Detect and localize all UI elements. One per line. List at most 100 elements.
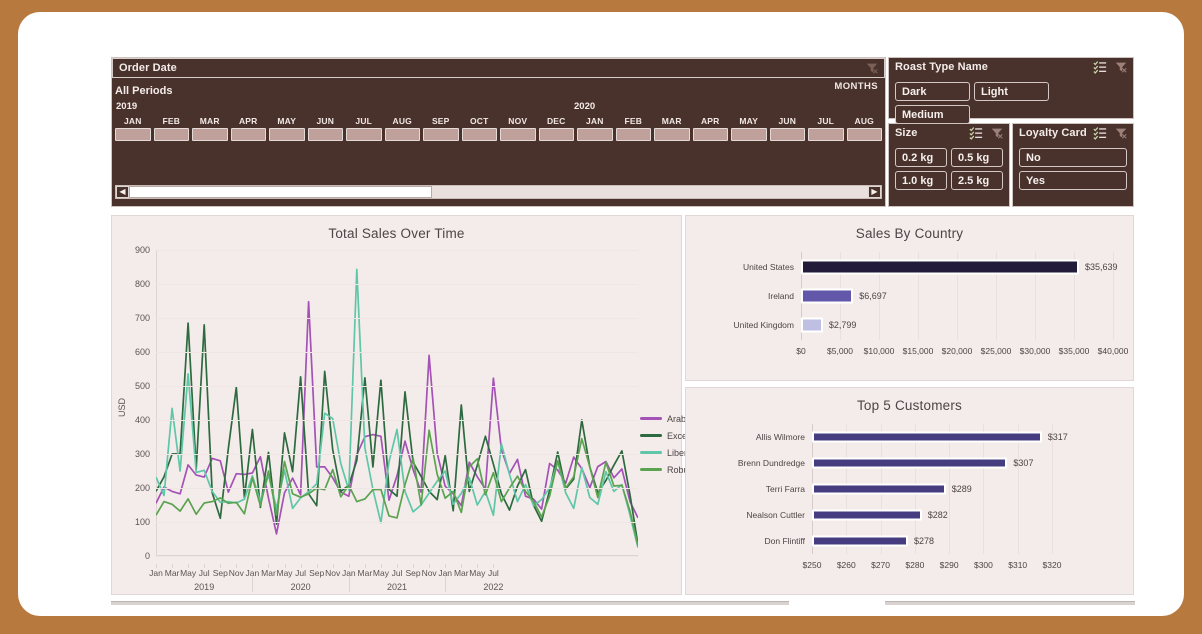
timeline-month-block[interactable] [847,128,883,141]
size-item-1[interactable]: 0.5 kg [951,148,1003,167]
roast-slicer-items[interactable]: DarkLightMedium [889,77,1133,129]
line-chart-tick-mark [236,564,237,568]
line-chart-y-tick: 900 [135,245,150,255]
timeline-month-block[interactable] [731,128,767,141]
timeline-month-block[interactable] [231,128,267,141]
bar-chart-x-tick: $20,000 [942,346,973,356]
roast-item-2[interactable]: Medium [895,105,970,124]
order-date-timeline-slicer[interactable]: Order Date All Periods MONTHS 2019 2020 … [111,57,886,207]
timeline-month-8[interactable]: SEP [423,116,459,141]
timeline-month-12[interactable]: JAN [577,116,613,141]
timeline-month-block[interactable] [192,128,228,141]
timeline-scrollbar[interactable]: ◀ ▶ [115,185,882,199]
timeline-scroll-thumb[interactable] [129,186,432,198]
timeline-month-17[interactable]: JUN [770,116,806,141]
line-chart-y-tick: 500 [135,381,150,391]
line-chart-tick-mark [285,564,286,568]
bar-united-kingdom [801,318,823,333]
bar-chart-row: Allis Wilmore$317 [812,424,1052,450]
multi-select-icon[interactable] [969,126,983,140]
line-chart-tick-mark [349,564,350,568]
timeline-month-2[interactable]: MAR [192,116,228,141]
line-panel-scrollbar[interactable] [111,601,789,605]
timeline-month-13[interactable]: FEB [616,116,652,141]
timeline-month-block[interactable] [808,128,844,141]
loyalty-item-0[interactable]: No [1019,148,1127,167]
size-item-3[interactable]: 2.5 kg [951,171,1003,190]
line-chart-year-label: 2020 [291,582,311,592]
timeline-month-block[interactable] [539,128,575,141]
timeline-month-block[interactable] [154,128,190,141]
line-chart-tick-mark [477,564,478,568]
timeline-month-3[interactable]: APR [231,116,267,141]
size-slicer[interactable]: Size 0.2 kg0.5 kg1.0 kg2.5 kg [888,123,1010,207]
timeline-month-18[interactable]: JUL [808,116,844,141]
scroll-right-icon[interactable]: ▶ [868,186,881,198]
bar-value-label: $282 [928,510,948,520]
bar-category-label: United States [743,262,794,272]
timeline-month-block[interactable] [770,128,806,141]
size-item-0[interactable]: 0.2 kg [895,148,947,167]
timeline-month-grid[interactable]: JANFEBMARAPRMAYJUNJULAUGSEPOCTNOVDECJANF… [115,116,882,141]
timeline-level-selector[interactable]: MONTHS [834,81,878,92]
loyalty-card-slicer[interactable]: Loyalty Card NoYes [1012,123,1134,207]
timeline-month-5[interactable]: JUN [308,116,344,141]
bar-chart-x-tick: $260 [837,560,856,570]
clear-filter-icon[interactable] [1114,60,1128,74]
timeline-year-2019: 2019 [116,101,137,112]
timeline-month-10[interactable]: NOV [500,116,536,141]
bar-chart-x-tick: $25,000 [981,346,1012,356]
right-panel-scrollbar[interactable] [885,601,1135,605]
roast-slicer-title: Roast Type Name [895,61,988,73]
clear-filter-icon[interactable] [865,61,879,75]
line-chart-tick-mark [220,564,221,568]
timeline-scroll-track[interactable] [129,186,868,198]
bar-chart-x-tick: $320 [1043,560,1062,570]
timeline-month-label: JAN [115,116,151,126]
clear-filter-icon[interactable] [1114,126,1128,140]
timeline-month-19[interactable]: AUG [847,116,883,141]
timeline-month-block[interactable] [346,128,382,141]
line-chart-gridline [156,352,638,353]
roast-type-slicer[interactable]: Roast Type Name DarkLightMedium [888,57,1134,119]
timeline-month-16[interactable]: MAY [731,116,767,141]
timeline-month-block[interactable] [500,128,536,141]
timeline-month-block[interactable] [462,128,498,141]
multi-select-icon[interactable] [1093,126,1107,140]
timeline-month-4[interactable]: MAY [269,116,305,141]
timeline-month-block[interactable] [577,128,613,141]
timeline-month-block[interactable] [269,128,305,141]
roast-item-0[interactable]: Dark [895,82,970,101]
timeline-month-block[interactable] [385,128,421,141]
timeline-month-block[interactable] [423,128,459,141]
line-chart-year-label: 2021 [387,582,407,592]
bar-chart-x-tick: $10,000 [864,346,895,356]
timeline-month-14[interactable]: MAR [654,116,690,141]
timeline-month-block[interactable] [308,128,344,141]
timeline-month-6[interactable]: JUL [346,116,382,141]
timeline-month-9[interactable]: OCT [462,116,498,141]
size-item-2[interactable]: 1.0 kg [895,171,947,190]
timeline-month-7[interactable]: AUG [385,116,421,141]
timeline-month-15[interactable]: APR [693,116,729,141]
timeline-month-1[interactable]: FEB [154,116,190,141]
timeline-month-block[interactable] [616,128,652,141]
timeline-month-block[interactable] [115,128,151,141]
line-chart-gridline [156,284,638,285]
customers-chart-plot: Allis Wilmore$317Brenn Dundredge$307Terr… [812,424,1052,554]
line-chart-x-tick: Sep [406,568,421,578]
roast-item-1[interactable]: Light [974,82,1049,101]
size-slicer-items[interactable]: 0.2 kg0.5 kg1.0 kg2.5 kg [889,143,1009,195]
country-chart-plot: United States$35,639Ireland$6,697United … [801,252,1113,340]
multi-select-icon[interactable] [1093,60,1107,74]
scroll-left-icon[interactable]: ◀ [116,186,129,198]
timeline-year-row: 2019 2020 [115,101,882,115]
timeline-month-11[interactable]: DEC [539,116,575,141]
timeline-month-block[interactable] [654,128,690,141]
clear-filter-icon[interactable] [990,126,1004,140]
timeline-month-0[interactable]: JAN [115,116,151,141]
timeline-month-block[interactable] [693,128,729,141]
loyalty-item-1[interactable]: Yes [1019,171,1127,190]
loyalty-slicer-items[interactable]: No Yes [1013,143,1133,195]
line-chart-tick-mark [381,564,382,568]
